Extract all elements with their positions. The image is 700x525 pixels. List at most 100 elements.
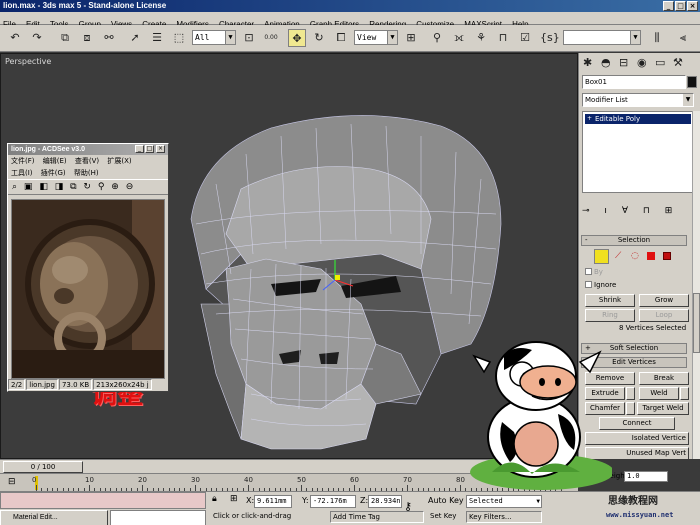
next-image-icon[interactable]: ◨ (55, 182, 64, 192)
acdsee-menu-view[interactable]: 查看(V) (75, 157, 99, 165)
vertex-subobject-icon[interactable] (594, 249, 609, 264)
open-folder-icon[interactable]: ▣ (24, 182, 33, 192)
open-mini-curve-editor-icon[interactable]: ⊟ (8, 477, 16, 487)
object-color-swatch[interactable] (687, 76, 697, 88)
weld-settings-button[interactable] (680, 387, 689, 400)
acdsee-menu-plugins[interactable]: 插件(G) (41, 169, 66, 177)
copy-icon[interactable]: ⧉ (70, 182, 76, 192)
named-selection-sets-dropdown[interactable]: ▼ (563, 30, 641, 45)
select-and-move-icon[interactable]: ✥ (288, 29, 306, 47)
modify-tab-icon[interactable]: ◓ (601, 56, 611, 69)
time-slider-thumb[interactable]: 0 / 100 (3, 461, 83, 473)
acdsee-close-button[interactable]: × (156, 145, 165, 153)
align-tool-icon[interactable]: ⫷ (674, 29, 692, 47)
command-panel-scrollbar[interactable] (692, 111, 700, 459)
pin-stack-icon[interactable]: ⊸ (582, 206, 590, 216)
grow-button[interactable]: Grow (639, 294, 689, 307)
auto-key-button[interactable]: Auto Key (428, 496, 464, 505)
select-by-name-icon[interactable]: ☰ (148, 29, 166, 47)
weld-button[interactable]: Weld (639, 387, 679, 400)
acdsee-menu-file[interactable]: 文件(F) (11, 157, 35, 165)
mirror-tool-icon[interactable]: ⫼ (648, 29, 666, 47)
expand-plus-icon[interactable]: + (587, 114, 592, 124)
material-editor-task-button[interactable]: Material Edit... (0, 510, 108, 525)
by-vertex-checkbox[interactable]: By (585, 268, 603, 277)
angle-snap-icon[interactable]: ☑ (516, 29, 534, 47)
lock-selection-icon[interactable]: 🔒︎ (212, 494, 217, 504)
close-button[interactable]: × (687, 1, 698, 11)
stack-item-editable-poly[interactable]: + Editable Poly (585, 114, 691, 124)
x-coordinate-field[interactable]: 9.611mm (254, 495, 292, 508)
mirror-icon[interactable]: ⟗ (450, 29, 468, 47)
secondary-task-field[interactable] (110, 510, 206, 525)
acdsee-menu-extend[interactable]: 扩展(X) (107, 157, 131, 165)
shrink-button[interactable]: Shrink (585, 294, 635, 307)
zoom-in-icon[interactable]: ⊕ (111, 182, 119, 192)
utilities-tab-icon[interactable]: ⚒ (673, 56, 683, 69)
make-unique-icon[interactable]: ∀ (622, 206, 628, 216)
ring-button[interactable]: Ring (585, 309, 635, 322)
use-pivot-center-icon[interactable]: ⊞ (402, 29, 420, 47)
align-icon[interactable]: ⚘ (472, 29, 490, 47)
acdsee-maximize-button[interactable]: □ (145, 145, 154, 153)
loop-button[interactable]: Loop (639, 309, 689, 322)
selection-region-icon[interactable]: ⬚ (170, 29, 188, 47)
select-object-icon[interactable]: ➚ (126, 29, 144, 47)
create-tab-icon[interactable]: ✱ (583, 56, 592, 69)
acdsee-minimize-button[interactable]: _ (135, 145, 144, 153)
zoom-icon[interactable]: ⚲ (98, 182, 105, 192)
polygon-subobject-icon[interactable] (647, 252, 655, 260)
rotate-icon[interactable]: ↻ (83, 182, 91, 192)
select-and-rotate-icon[interactable]: ↻ (310, 29, 328, 47)
object-name-field[interactable]: Box01 (582, 75, 686, 89)
maximize-button[interactable]: □ (675, 1, 686, 11)
redo-icon[interactable]: ↷ (28, 29, 46, 47)
bind-space-warp-icon[interactable]: ⚯ (100, 29, 118, 47)
prev-image-icon[interactable]: ◧ (39, 182, 48, 192)
undo-icon[interactable]: ↶ (6, 29, 24, 47)
select-link-icon[interactable]: ⧉ (56, 29, 74, 47)
edit-named-selection-icon[interactable]: {s} (540, 29, 560, 47)
maxscript-listener[interactable] (0, 492, 206, 509)
target-weld-button[interactable]: Target Weld (637, 402, 689, 415)
selection-rollout-header[interactable]: - Selection (581, 235, 687, 246)
extrude-settings-button[interactable] (626, 387, 635, 400)
modifier-list-dropdown[interactable]: Modifier List ▼ (582, 93, 694, 107)
show-end-result-icon[interactable]: ı (604, 206, 607, 216)
display-tab-icon[interactable]: ▭ (655, 56, 665, 69)
key-mode-dropdown[interactable]: Selected ▼ (466, 495, 542, 508)
border-subobject-icon[interactable]: ◌ (631, 251, 639, 261)
acdsee-window: lion.jpg - ACDSee v3.0 _ □ × 文件(F) 编辑(E)… (7, 143, 169, 392)
select-and-scale-icon[interactable]: ⧠ (332, 29, 350, 47)
add-time-tag-button[interactable]: Add Time Tag (330, 511, 424, 523)
select-and-manipulate-icon[interactable]: ⊡ (240, 29, 258, 47)
acdsee-menu-help[interactable]: 帮助(H) (74, 169, 99, 177)
unlink-icon[interactable]: ⧈ (78, 29, 96, 47)
element-subobject-icon[interactable] (663, 252, 671, 260)
command-panel-scroll-thumb[interactable] (693, 293, 700, 353)
acdsee-menu-edit[interactable]: 编辑(E) (43, 157, 67, 165)
minimize-button[interactable]: _ (663, 1, 674, 11)
set-key-button[interactable]: Set Key (430, 512, 456, 520)
absolute-mode-icon[interactable]: ⊞ (230, 494, 238, 504)
motion-tab-icon[interactable]: ◉ (637, 56, 647, 69)
y-coordinate-field[interactable]: -72.176m (310, 495, 356, 508)
z-coordinate-field[interactable]: 28.934n (368, 495, 402, 508)
break-button[interactable]: Break (639, 372, 689, 385)
key-filters-button[interactable]: Key Filters... (466, 511, 542, 523)
edge-subobject-icon[interactable]: ⟋ (615, 251, 621, 261)
snaps-toggle-icon[interactable]: ⊓ (494, 29, 512, 47)
weight-spinner[interactable]: 1.0 (624, 471, 668, 482)
zoom-out-icon[interactable]: ⊖ (126, 182, 134, 192)
remove-modifier-icon[interactable]: ⊓ (643, 206, 650, 216)
reference-coordinate-dropdown[interactable]: View ▼ (354, 30, 398, 45)
chamfer-settings-button[interactable] (626, 402, 635, 415)
site-watermark: 思缘教程网 www.missyuan.net (606, 491, 700, 525)
selection-filter-dropdown[interactable]: All ▼ (192, 30, 236, 45)
ignore-backfacing-checkbox[interactable]: Ignore (585, 281, 616, 290)
browse-icon[interactable]: ⌕ (12, 182, 17, 192)
hierarchy-tab-icon[interactable]: ⊟ (619, 56, 628, 69)
acdsee-menu-tools[interactable]: 工具(I) (11, 169, 33, 177)
configure-sets-icon[interactable]: ⊞ (665, 206, 673, 216)
select-and-link-icon[interactable]: ⚲ (428, 29, 446, 47)
